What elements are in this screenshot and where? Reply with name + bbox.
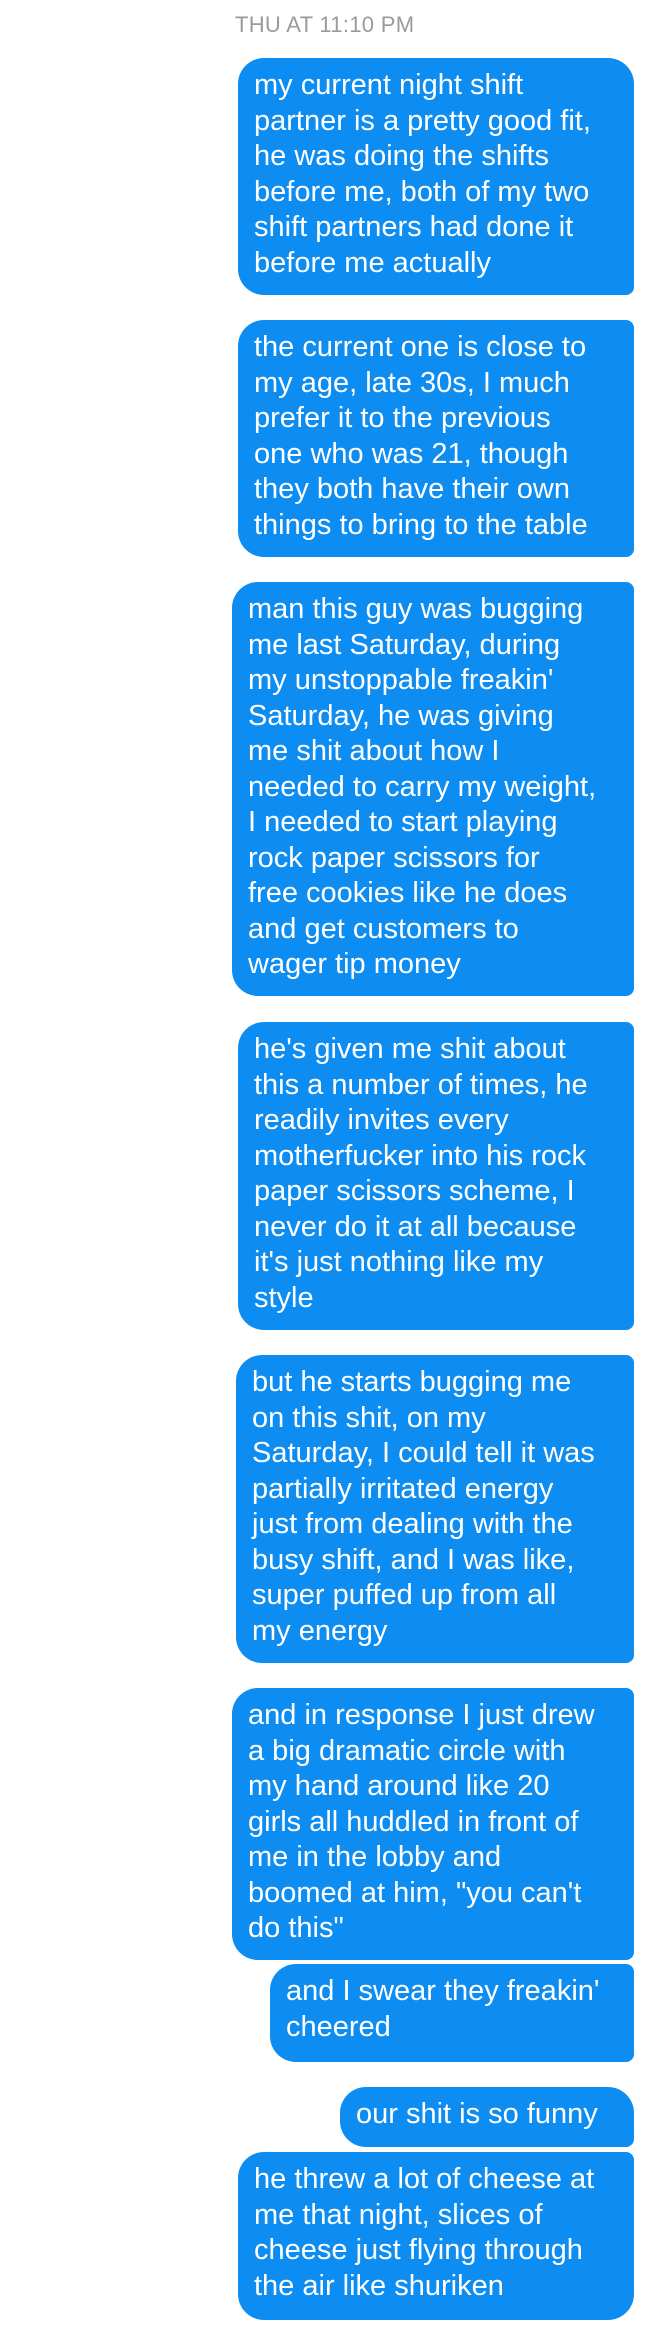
message-bubble[interactable]: he's given me shit about this a number o… bbox=[238, 1022, 634, 1330]
message-bubble[interactable]: and I swear they freakin' cheered bbox=[270, 1964, 634, 2062]
message-bubble[interactable]: he threw a lot of cheese at me that nigh… bbox=[238, 2152, 634, 2320]
message-bubble[interactable]: but he starts bugging me on this shit, o… bbox=[236, 1355, 634, 1663]
message-bubble[interactable]: my current night shift partner is a pret… bbox=[238, 58, 634, 295]
message-bubble[interactable]: the current one is close to my age, late… bbox=[238, 320, 634, 557]
message-bubble[interactable]: our shit is so funny bbox=[340, 2087, 634, 2147]
message-bubble[interactable]: man this guy was bugging me last Saturda… bbox=[232, 582, 634, 996]
message-timestamp: THU AT 11:10 PM bbox=[235, 12, 415, 37]
message-bubble[interactable]: and in response I just drew a big dramat… bbox=[232, 1688, 634, 1960]
